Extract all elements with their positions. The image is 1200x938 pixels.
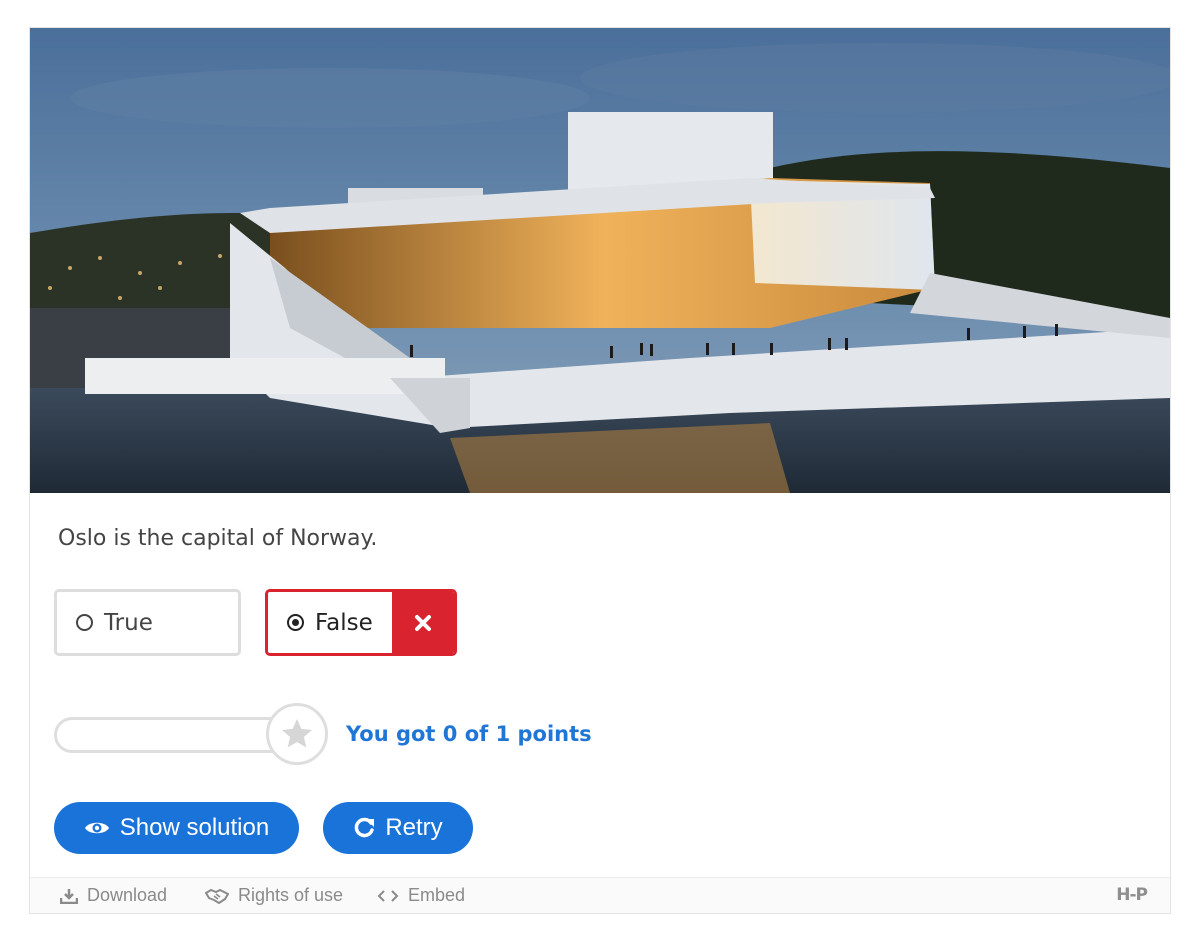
score-star: [266, 703, 328, 765]
embed-label: Embed: [408, 885, 466, 905]
retry-button[interactable]: Retry: [323, 802, 473, 854]
h5p-content: Oslo is the capital of Norway. True Fals…: [29, 27, 1171, 914]
retry-icon: [354, 817, 375, 838]
action-bar: Download Rights of use Embed H-P: [30, 877, 1170, 913]
star-icon: [282, 719, 312, 748]
eye-icon: [84, 822, 109, 834]
question-text: Oslo is the capital of Norway.: [58, 526, 378, 551]
retry-label: Retry: [385, 814, 443, 841]
rights-of-use-label: Rights of use: [238, 885, 344, 905]
rights-of-use-link[interactable]: Rights of use: [205, 885, 343, 906]
answer-true-label: True: [104, 609, 153, 636]
download-icon: [60, 888, 78, 904]
radio-selected-icon: [287, 614, 304, 631]
show-solution-button[interactable]: Show solution: [54, 802, 299, 854]
close-icon: [415, 614, 431, 631]
download-label: Download: [87, 885, 168, 905]
embed-link[interactable]: Embed: [377, 885, 465, 906]
question-image: [30, 28, 1170, 493]
score-text: You got 0 of 1 points: [346, 722, 592, 746]
answer-true[interactable]: True: [54, 589, 241, 656]
answer-false-label: False: [315, 609, 373, 636]
show-solution-label: Show solution: [119, 814, 270, 841]
radio-unselected-icon: [76, 614, 93, 631]
handshake-icon: [205, 888, 229, 904]
download-link[interactable]: Download: [60, 885, 167, 906]
h5p-logo[interactable]: H-P: [1116, 885, 1148, 905]
wrong-answer-badge: [392, 592, 454, 653]
code-icon: [377, 889, 399, 902]
answer-false[interactable]: False: [265, 589, 457, 656]
